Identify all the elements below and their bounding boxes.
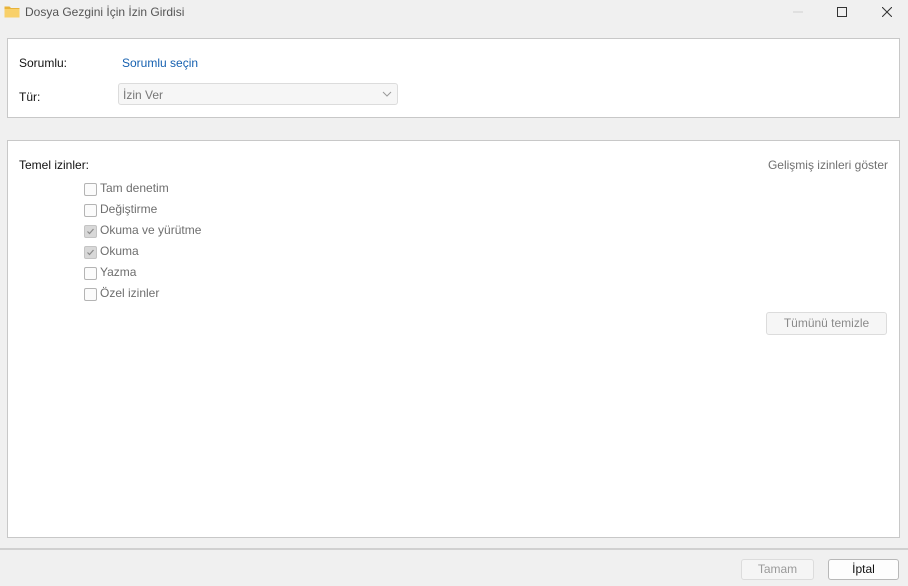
cancel-button[interactable]: İptal: [828, 559, 899, 580]
permission-label: Tam denetim: [100, 181, 169, 195]
maximize-button[interactable]: [820, 0, 864, 24]
close-icon: [882, 7, 892, 17]
folder-icon: [4, 6, 20, 18]
dialog-footer: Tamam İptal: [0, 550, 908, 586]
select-principal-link[interactable]: Sorumlu seçin: [122, 56, 198, 70]
checkmark-icon: [87, 228, 94, 235]
clear-all-button[interactable]: Tümünü temizle: [766, 312, 887, 335]
permissions-panel: Temel izinler: Gelişmiş izinleri göster …: [7, 140, 900, 538]
permission-label: Okuma: [100, 244, 139, 258]
basic-permissions-label: Temel izinler:: [19, 158, 90, 172]
title-bar: Dosya Gezgini İçin İzin Girdisi: [0, 0, 908, 26]
permission-label: Değiştirme: [100, 202, 158, 216]
type-label: Tür:: [19, 90, 41, 104]
close-button[interactable]: [865, 0, 908, 24]
principal-label: Sorumlu:: [19, 56, 68, 70]
permission-label: Yazma: [100, 265, 137, 279]
permission-label: Özel izinler: [100, 286, 160, 300]
full-control-checkbox[interactable]: [84, 183, 97, 196]
read-execute-checkbox[interactable]: [84, 225, 97, 238]
show-advanced-permissions-link[interactable]: Gelişmiş izinleri göster: [768, 158, 888, 172]
ok-button[interactable]: Tamam: [741, 559, 814, 580]
minimize-icon: [793, 11, 803, 13]
window-title: Dosya Gezgini İçin İzin Girdisi: [25, 5, 185, 19]
permission-label: Okuma ve yürütme: [100, 223, 202, 237]
read-checkbox[interactable]: [84, 246, 97, 259]
type-dropdown-value: İzin Ver: [123, 88, 164, 102]
modify-checkbox[interactable]: [84, 204, 97, 217]
maximize-icon: [837, 7, 847, 17]
checkmark-icon: [87, 249, 94, 256]
write-checkbox[interactable]: [84, 267, 97, 280]
type-dropdown[interactable]: İzin Ver: [118, 83, 398, 105]
chevron-down-icon: [382, 91, 392, 97]
minimize-button[interactable]: [776, 0, 820, 24]
special-permissions-checkbox[interactable]: [84, 288, 97, 301]
principal-type-panel: Sorumlu: Sorumlu seçin Tür: İzin Ver: [7, 38, 900, 118]
